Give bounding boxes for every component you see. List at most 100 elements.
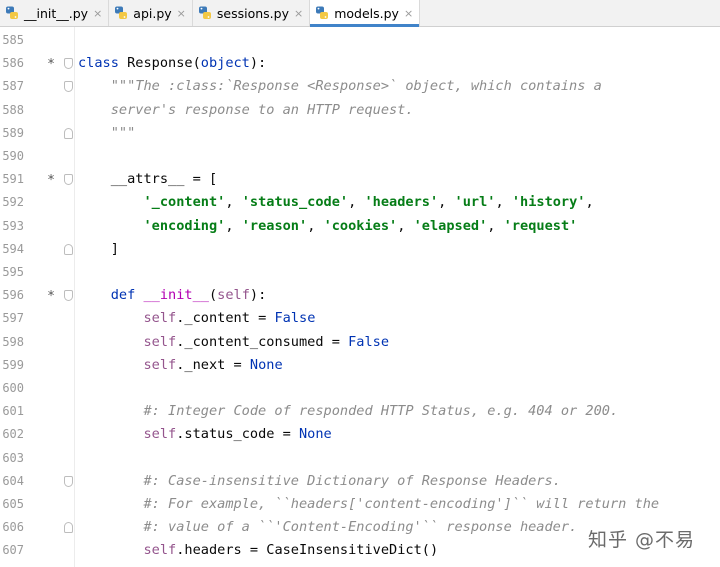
fold-start-icon[interactable] [64, 81, 73, 93]
code-token: Response( [118, 55, 201, 72]
code-token: ): [249, 55, 267, 72]
code-line: 591 * __attrs__ = [ [0, 168, 720, 191]
line-number: 602 [2, 427, 24, 442]
code-line: 592 '_content', 'status_code', 'headers'… [0, 191, 720, 214]
tab-api-py[interactable]: api.py × [109, 0, 193, 26]
override-marker-icon[interactable]: * [46, 168, 56, 193]
line-number: 588 [2, 102, 24, 117]
code-text: self._content = False [78, 307, 315, 330]
python-file-icon [113, 5, 129, 21]
code-token: #: value of a ``'Content-Encoding'`` res… [78, 519, 578, 536]
code-line: 597 self._content = False [0, 307, 720, 330]
code-text: self._next = None [78, 354, 283, 377]
code-line: 605 #: For example, ``headers['content-e… [0, 493, 720, 516]
code-line: 598 self._content_consumed = False [0, 331, 720, 354]
code-text: """The :class:`Response <Response>` obje… [78, 75, 602, 98]
code-token: #: Case-insensitive Dictionary of Respon… [78, 472, 561, 489]
fold-end-icon[interactable] [64, 243, 73, 255]
fold-start-icon[interactable] [64, 475, 73, 487]
code-line: 589 """ [0, 122, 720, 145]
code-token: ): [249, 287, 267, 304]
code-token: __init__ [143, 287, 209, 304]
code-token: 'status_code' [241, 194, 349, 211]
fold-end-icon[interactable] [64, 522, 73, 534]
code-token: def [110, 287, 136, 304]
code-token: 'elapsed' [413, 217, 488, 234]
code-token: class [78, 55, 119, 72]
tab-label: models.py [334, 5, 399, 21]
code-token: , [225, 217, 242, 234]
python-file-icon [4, 5, 20, 21]
line-number: 586 [2, 56, 24, 71]
code-text: self.headers = CaseInsensitiveDict() [78, 539, 438, 562]
tab-models-py[interactable]: models.py × [310, 0, 421, 27]
line-number: 593 [2, 218, 24, 233]
close-tab-icon[interactable]: × [93, 7, 102, 20]
code-text: self._content_consumed = False [78, 331, 389, 354]
fold-start-icon[interactable] [64, 174, 73, 186]
code-text: #: Integer Code of responded HTTP Status… [78, 400, 618, 423]
code-token: server's response to an HTTP request. [78, 101, 414, 118]
code-line: 586 * class Response(object): [0, 52, 720, 75]
code-text: #: value of a ``'Content-Encoding'`` res… [78, 516, 577, 539]
code-line: 600 [0, 377, 720, 400]
code-token: , [348, 194, 365, 211]
code-line: 587 """The :class:`Response <Response>` … [0, 75, 720, 98]
line-number: 591 [2, 172, 24, 187]
line-number: 594 [2, 241, 24, 256]
line-number: 604 [2, 473, 24, 488]
code-token: 'reason' [241, 217, 308, 234]
code-token: object [200, 55, 250, 72]
code-token: None [249, 356, 283, 373]
code-token: , [397, 217, 414, 234]
code-text: class Response(object): [78, 52, 266, 75]
line-number: 603 [2, 450, 24, 465]
code-token: 'encoding' [143, 217, 226, 234]
override-marker-icon[interactable]: * [46, 284, 56, 309]
fold-start-icon[interactable] [64, 290, 73, 302]
code-editor[interactable]: 585 586 * class Response(object): 587 """The… [0, 27, 720, 567]
code-token: 'headers' [364, 194, 439, 211]
code-line: 595 [0, 261, 720, 284]
tab-label: api.py [133, 5, 172, 21]
tab-label: __init__.py [24, 5, 89, 21]
code-token: None [299, 426, 332, 443]
code-token: , [438, 194, 455, 211]
code-token: """ [78, 124, 136, 141]
close-tab-icon[interactable]: × [404, 7, 413, 20]
code-token: __attrs__ [78, 171, 185, 188]
line-number: 589 [2, 125, 24, 140]
code-line: 588 server's response to an HTTP request… [0, 99, 720, 122]
line-number: 598 [2, 334, 24, 349]
code-text: server's response to an HTTP request. [78, 99, 414, 122]
code-text: 'encoding', 'reason', 'cookies', 'elapse… [78, 215, 577, 238]
code-line: 602 self.status_code = None [0, 423, 720, 446]
code-text: self.status_code = None [78, 423, 332, 446]
close-tab-icon[interactable]: × [177, 7, 186, 20]
override-marker-icon[interactable]: * [46, 52, 56, 77]
code-line: 603 [0, 447, 720, 470]
code-line: 585 [0, 29, 720, 52]
tab-sessions-py[interactable]: sessions.py × [193, 0, 311, 26]
close-tab-icon[interactable]: × [294, 7, 303, 20]
code-text: """ [78, 122, 136, 145]
code-token: False [348, 333, 390, 350]
fold-start-icon[interactable] [64, 58, 73, 70]
tab-init-py[interactable]: __init__.py × [0, 0, 110, 26]
fold-end-icon[interactable] [64, 127, 73, 139]
code-token: self [143, 426, 177, 443]
code-text: '_content', 'status_code', 'headers', 'u… [78, 191, 593, 214]
code-token: #: For example, ``headers['content-encod… [78, 496, 660, 512]
code-line: 599 self._next = None [0, 354, 720, 377]
code-token: , [487, 217, 504, 234]
code-token: , [495, 194, 512, 211]
watermark: 知乎 @不易 [588, 529, 696, 551]
code-token: 'request' [503, 217, 578, 234]
code-token: #: Integer Code of responded HTTP Status… [78, 403, 619, 420]
code-token: ._content = [176, 310, 275, 327]
